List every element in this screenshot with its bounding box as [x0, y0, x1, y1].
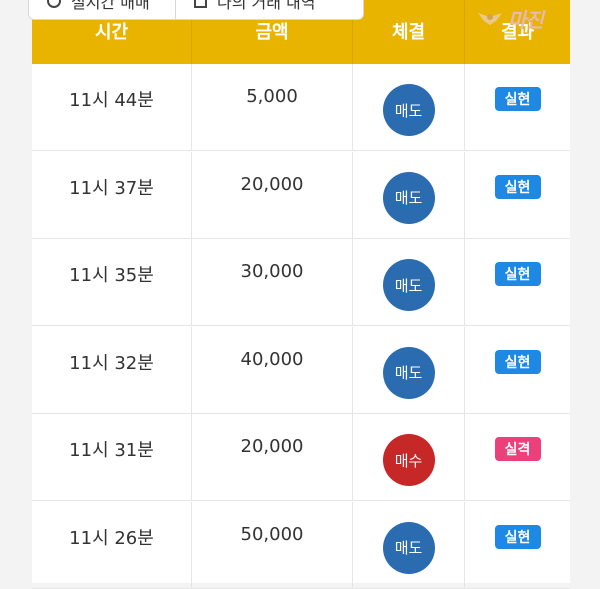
tab-live-trades[interactable]: 실시간 매매 — [28, 0, 176, 20]
tab-label: 나의 거래 내역 — [217, 0, 316, 12]
amount-cell: 50,000 — [192, 501, 353, 588]
result-badge: 실현 — [494, 174, 541, 199]
tab-my-trades[interactable]: 나의 거래 내역 — [176, 0, 364, 20]
result-cell: 실현 — [465, 64, 570, 150]
time-text: 11시 44분 — [69, 90, 154, 111]
table-row: 11시 32분 40,000 매도 실현 — [32, 326, 570, 414]
table-row: 11시 31분 20,000 매수 실격 — [32, 414, 570, 501]
result-badge: 실현 — [494, 87, 541, 111]
time-cell: 11시 35분 — [32, 239, 192, 325]
amount-text: 5,000 — [246, 86, 298, 107]
trade-cell: 매도 — [353, 501, 465, 588]
trade-type-badge: 매도 — [382, 171, 435, 224]
trade-history-table: 시간 금액 체결 결과 11시 44분 5,000 매도 실현 11시 37분 20,00… — [32, 0, 570, 589]
time-text: 11시 32분 — [69, 352, 154, 374]
clock-icon — [47, 0, 61, 8]
amount-cell: 20,000 — [192, 151, 353, 238]
amount-text: 20,000 — [240, 173, 304, 195]
time-cell: 11시 31분 — [32, 414, 192, 500]
amount-cell: 20,000 — [192, 414, 353, 500]
table-row: 11시 26분 50,000 매도 실현 — [32, 501, 570, 589]
time-cell: 11시 26분 — [32, 501, 192, 588]
result-cell: 실현 — [465, 502, 570, 588]
result-cell: 실현 — [465, 239, 570, 325]
time-text: 11시 31분 — [69, 440, 154, 461]
amount-text: 30,000 — [240, 261, 304, 282]
table-row: 11시 35분 30,000 매도 실현 — [32, 239, 570, 326]
trade-type-badge: 매도 — [382, 84, 435, 136]
logo-text: 마진 — [508, 7, 544, 32]
time-cell: 11시 37분 — [32, 151, 192, 238]
time-text: 11시 35분 — [69, 265, 154, 286]
time-cell: 11시 32분 — [32, 326, 192, 413]
result-cell: 실현 — [465, 327, 570, 413]
site-logo: 마진 — [476, 2, 572, 34]
amount-text: 40,000 — [240, 348, 304, 370]
amount-cell: 5,000 — [192, 64, 353, 150]
trade-type-badge: 매도 — [382, 521, 435, 574]
tab-bar: 실시간 매매 나의 거래 내역 — [28, 0, 364, 22]
result-badge: 실현 — [494, 524, 541, 549]
result-cell: 실격 — [465, 414, 570, 500]
trade-type-badge: 매도 — [382, 259, 435, 311]
trade-cell: 매수 — [353, 414, 465, 500]
tab-label: 실시간 매매 — [71, 0, 150, 12]
trade-cell: 매도 — [353, 151, 465, 238]
amount-text: 50,000 — [240, 523, 304, 545]
result-badge: 실격 — [494, 437, 541, 461]
table-row: 11시 37분 20,000 매도 실현 — [32, 151, 570, 239]
table-row: 11시 44분 5,000 매도 실현 — [32, 64, 570, 151]
trade-type-badge: 매도 — [382, 346, 435, 399]
list-icon — [194, 0, 207, 8]
trade-cell: 매도 — [353, 326, 465, 413]
result-cell: 실현 — [465, 152, 570, 238]
time-text: 11시 37분 — [69, 177, 154, 199]
time-cell: 11시 44분 — [32, 64, 192, 150]
amount-cell: 30,000 — [192, 239, 353, 325]
trade-cell: 매도 — [353, 239, 465, 325]
trade-type-badge: 매수 — [382, 434, 435, 486]
time-text: 11시 26분 — [69, 527, 154, 549]
wing-logo-icon — [478, 13, 502, 25]
result-badge: 실현 — [494, 349, 541, 374]
trade-cell: 매도 — [353, 64, 465, 150]
amount-cell: 40,000 — [192, 326, 353, 413]
header-trade: 체결 — [353, 0, 465, 64]
result-badge: 실현 — [494, 262, 541, 286]
amount-text: 20,000 — [240, 436, 304, 457]
